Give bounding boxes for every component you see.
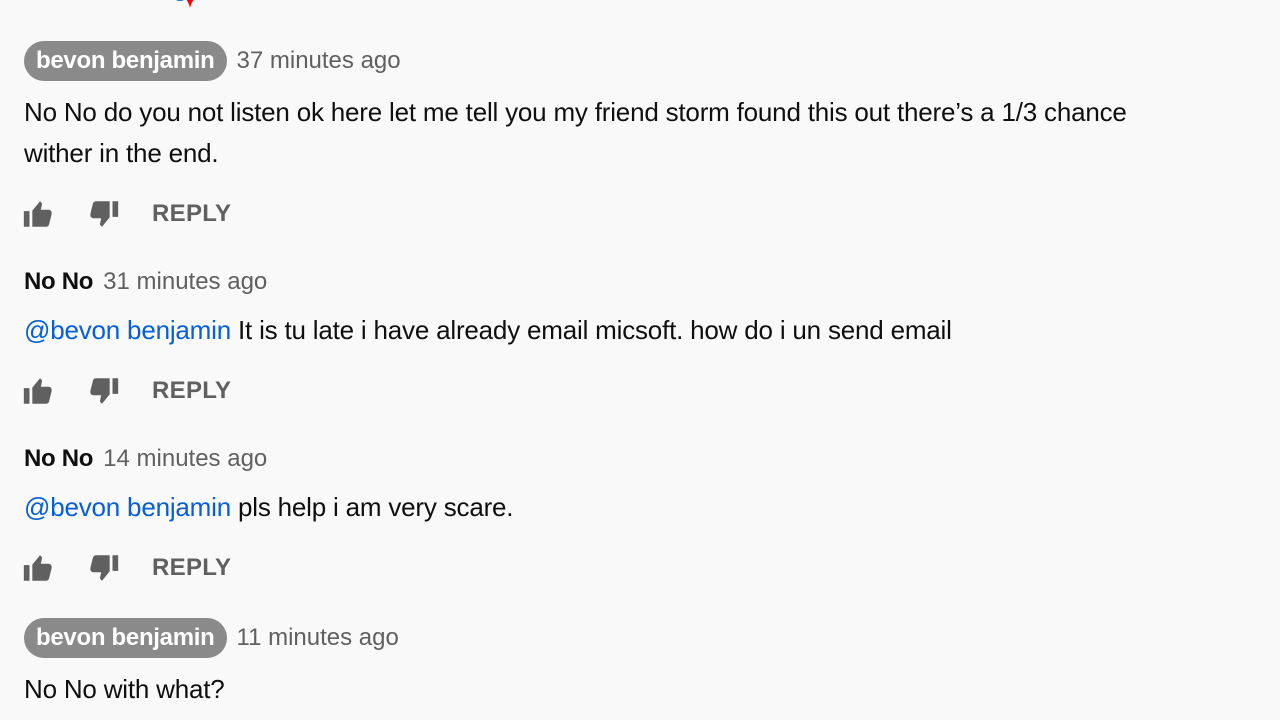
- comment-header: bevon benjamin 37 minutes ago: [24, 41, 1280, 81]
- comment-text-content: It is tu late i have already email micso…: [230, 315, 952, 345]
- comment-actions: REPLY: [23, 548, 231, 588]
- thumbs-up-icon: [23, 201, 52, 227]
- comment-author[interactable]: No No: [24, 445, 93, 473]
- comment-item: No No 31 minutes ago @bevon benjamin It …: [24, 262, 1280, 351]
- reply-button[interactable]: REPLY: [152, 200, 231, 228]
- mention-link[interactable]: @bevon benjamin: [24, 492, 231, 522]
- comment-text: No No with what?: [24, 674, 225, 704]
- like-button[interactable]: [20, 373, 56, 409]
- comment-item: No No 14 minutes ago @bevon benjamin pls…: [24, 439, 1280, 528]
- thumbs-down-icon: [90, 378, 119, 404]
- comment-text: No No do you not listen ok here let me t…: [24, 92, 1280, 174]
- comment-header: No No 14 minutes ago: [24, 439, 1280, 479]
- comment-text-content: pls help i am very scare.: [230, 492, 514, 522]
- dislike-button[interactable]: [86, 196, 122, 232]
- comment-item: bevon benjamin 11 minutes ago No No with…: [24, 618, 1280, 710]
- comment-text-line: No No do you not listen ok here let me t…: [24, 97, 1127, 127]
- comment-actions: REPLY: [23, 371, 231, 411]
- comment-author-badge[interactable]: bevon benjamin: [24, 41, 227, 81]
- dislike-button[interactable]: [86, 373, 122, 409]
- comment-thread: bevon benjamin 37 minutes ago No No do y…: [0, 0, 1280, 720]
- comment-text: @bevon benjamin It is tu late i have alr…: [24, 310, 1280, 351]
- reply-button[interactable]: REPLY: [152, 377, 231, 405]
- comment-timestamp[interactable]: 14 minutes ago: [103, 445, 267, 473]
- thumbs-up-icon: [23, 555, 52, 581]
- comment-timestamp[interactable]: 37 minutes ago: [237, 47, 401, 75]
- comment-actions: REPLY: [23, 194, 231, 234]
- like-button[interactable]: [20, 550, 56, 586]
- reply-button[interactable]: REPLY: [152, 554, 231, 582]
- thumbs-down-icon: [90, 555, 119, 581]
- comment-text-line: wither in the end.: [24, 138, 219, 168]
- like-button[interactable]: [20, 196, 56, 232]
- thumbs-up-icon: [23, 378, 52, 404]
- comment-header: No No 31 minutes ago: [24, 262, 1280, 302]
- comment-item: bevon benjamin 37 minutes ago No No do y…: [24, 41, 1280, 174]
- mention-link[interactable]: @bevon benjamin: [24, 315, 231, 345]
- comment-timestamp[interactable]: 31 minutes ago: [103, 268, 267, 296]
- comment-author[interactable]: No No: [24, 268, 93, 296]
- previous-comment-actions: [0, 0, 260, 12]
- thumbs-down-icon: [90, 201, 119, 227]
- comment-timestamp[interactable]: 11 minutes ago: [237, 624, 399, 652]
- creator-heart-icon: [175, 0, 194, 8]
- dislike-button[interactable]: [86, 550, 122, 586]
- comment-author-badge[interactable]: bevon benjamin: [24, 618, 227, 658]
- comment-header: bevon benjamin 11 minutes ago: [24, 618, 1280, 658]
- comment-text: @bevon benjamin pls help i am very scare…: [24, 487, 1280, 528]
